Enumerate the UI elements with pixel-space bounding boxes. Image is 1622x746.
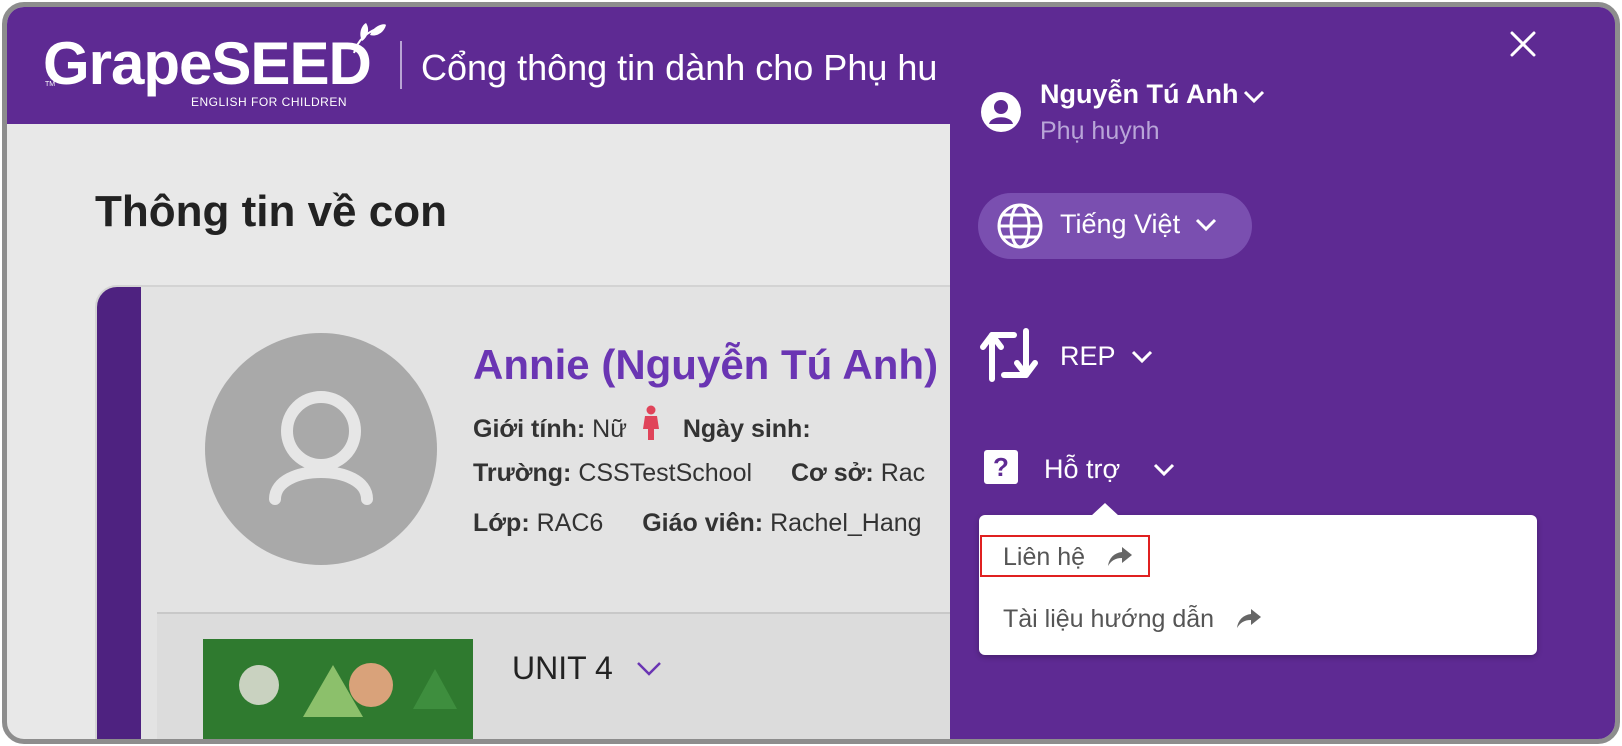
class-value: RAC6 xyxy=(536,509,604,537)
campus-value: Rac xyxy=(880,459,926,487)
user-circle-icon xyxy=(981,92,1021,132)
rep-label: REP xyxy=(1060,341,1116,371)
chevron-down-icon xyxy=(1153,463,1175,477)
leaf-icon xyxy=(353,23,386,54)
person-icon xyxy=(269,391,373,505)
logo-tm: TM xyxy=(45,81,56,88)
close-button[interactable] xyxy=(1508,29,1538,59)
student-name: Annie (Nguyễn Tú Anh) xyxy=(473,341,939,388)
user-role: Phụ huynh xyxy=(1040,117,1160,145)
help-dropdown: Liên hệ Tài liệu hướng dẫn xyxy=(979,503,1537,655)
card-stripe xyxy=(97,287,141,739)
student-card: Annie (Nguyễn Tú Anh) Giới tính: Nữ Ngày… xyxy=(95,285,995,739)
header-divider xyxy=(400,41,402,89)
share-arrow-icon xyxy=(1107,547,1132,566)
unit-thumbnail[interactable] xyxy=(203,639,473,739)
close-icon xyxy=(1510,31,1536,57)
school-line: Trường: CSSTestSchool Cơ sở: Rac xyxy=(473,459,925,488)
menu-item-user-guide[interactable]: Tài liệu hướng dẫn xyxy=(1003,605,1263,634)
dropdown-pointer xyxy=(1091,503,1119,516)
page-title: Thông tin về con xyxy=(95,187,447,236)
unit-label: UNIT 4 xyxy=(512,650,613,686)
unit-selector[interactable]: UNIT 4 xyxy=(512,650,662,687)
app-frame: GrapeSEED TM ENGLISH FOR CHILDREN Cổng t… xyxy=(2,2,1620,744)
side-menu-panel: Nguyễn Tú Anh Phụ huynh Tiếng Việt REP ?… xyxy=(950,7,1615,739)
unit-artwork-icon xyxy=(239,663,457,717)
school-value: CSSTestSchool xyxy=(578,459,753,487)
teacher-value: Rachel_Hang xyxy=(770,509,922,537)
teacher-label: Giáo viên: xyxy=(642,509,764,537)
campus-label: Cơ sở: xyxy=(790,459,874,487)
chevron-down-icon xyxy=(636,662,661,676)
class-label: Lớp: xyxy=(473,509,530,537)
language-selector[interactable]: Tiếng Việt xyxy=(978,193,1252,259)
chevron-down-icon xyxy=(1195,218,1217,232)
language-label: Tiếng Việt xyxy=(1060,209,1181,239)
user-name: Nguyễn Tú Anh xyxy=(1040,79,1239,109)
chevron-down-icon xyxy=(1243,90,1265,104)
help-label: Hỗ trợ xyxy=(1044,454,1121,484)
logo-text: GrapeSEED xyxy=(43,30,372,97)
female-icon xyxy=(642,405,659,440)
globe-icon xyxy=(997,203,1043,249)
gender-birthday-line: Giới tính: Nữ Ngày sinh: xyxy=(473,405,811,444)
logo[interactable]: GrapeSEED TM ENGLISH FOR CHILDREN xyxy=(43,21,386,111)
school-label: Trường: xyxy=(473,459,572,487)
gender-value: Nữ xyxy=(592,415,627,443)
chevron-down-icon xyxy=(1131,350,1153,364)
student-avatar[interactable] xyxy=(205,333,437,565)
question-icon: ? xyxy=(984,450,1018,484)
gender-label: Giới tính: xyxy=(473,415,586,443)
birthday-label: Ngày sinh: xyxy=(682,415,811,443)
menu-item-contact[interactable]: Liên hệ xyxy=(1003,543,1134,572)
menu-item-label: Tài liệu hướng dẫn xyxy=(1003,605,1215,633)
class-line: Lớp: RAC6 Giáo viên: Rachel_Hang xyxy=(473,509,922,538)
swap-icon xyxy=(980,328,1038,382)
menu-item-label: Liên hệ xyxy=(1003,543,1086,571)
share-arrow-icon xyxy=(1237,609,1261,628)
portal-title: Cổng thông tin dành cho Phụ hu xyxy=(421,47,938,88)
logo-subtitle: ENGLISH FOR CHILDREN xyxy=(191,95,348,109)
unit-section: UNIT 4 xyxy=(157,614,993,739)
